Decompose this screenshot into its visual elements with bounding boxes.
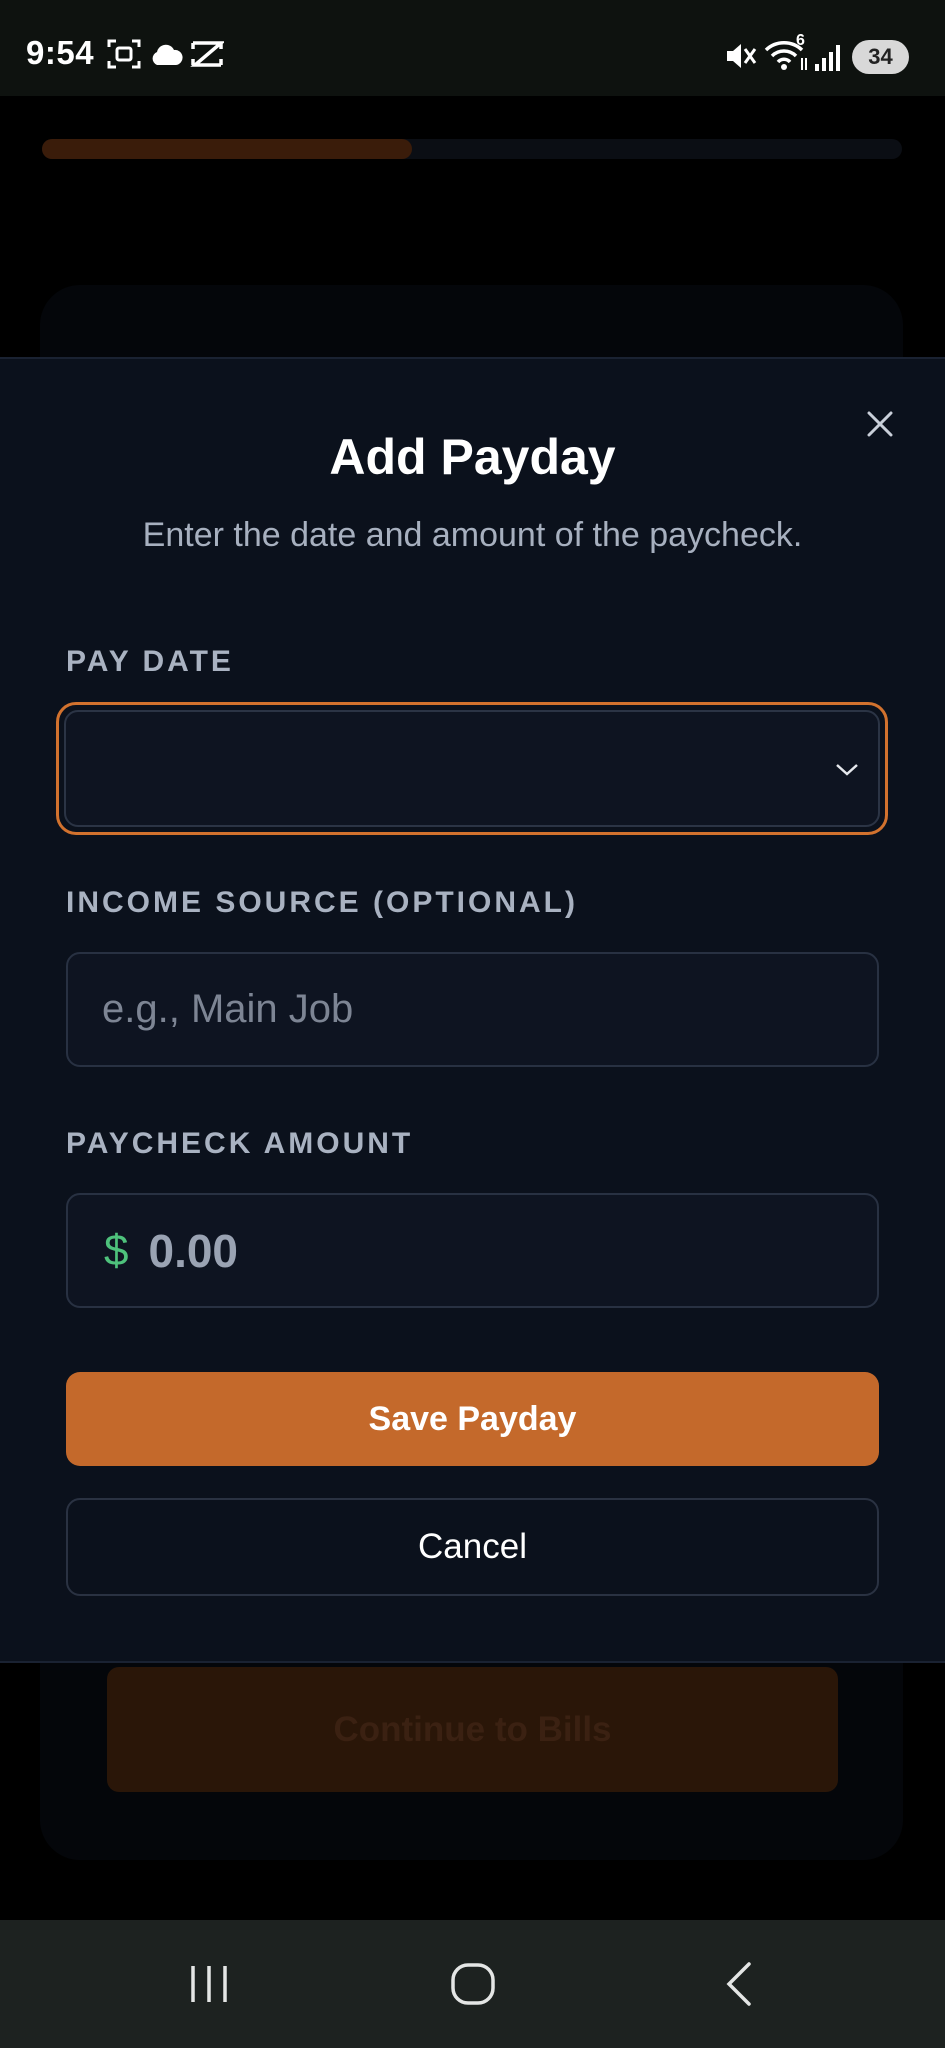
currency-symbol: $ (104, 1225, 129, 1275)
home-icon (451, 1963, 495, 2005)
wifi-icon: 6 (764, 32, 810, 77)
chevron-down-icon (836, 763, 858, 776)
wifi-badge: 6 (796, 32, 805, 49)
paycheck-amount-field[interactable]: $ (66, 1193, 879, 1308)
income-source-input[interactable] (68, 987, 877, 1032)
status-bar: 9:54 6 34 (0, 0, 945, 96)
cancel-button[interactable]: Cancel (66, 1498, 879, 1596)
signal-icon (814, 42, 844, 77)
pay-date-select-box[interactable] (64, 710, 880, 827)
cloud-icon (149, 44, 183, 71)
recent-apps-icon (191, 1966, 227, 2002)
battery-icon: 34 (852, 40, 909, 74)
home-button[interactable] (443, 1958, 503, 2010)
progress-bar (42, 139, 902, 159)
paycheck-amount-input[interactable] (128, 1223, 877, 1278)
back-button[interactable] (709, 1958, 769, 2010)
paycheck-amount-label: PAYCHECK AMOUNT (66, 1127, 414, 1160)
mute-icon (724, 40, 758, 77)
progress-fill (42, 139, 412, 159)
screenshot-icon (107, 38, 141, 75)
modal-title: Add Payday (329, 429, 616, 485)
save-payday-button[interactable]: Save Payday (66, 1372, 879, 1466)
income-source-label: INCOME SOURCE (OPTIONAL) (66, 886, 578, 919)
capcut-icon (190, 40, 226, 73)
income-source-field[interactable] (66, 952, 879, 1067)
back-icon (726, 1962, 751, 2006)
modal-subtitle: Enter the date and amount of the paychec… (142, 516, 803, 554)
recent-apps-button[interactable] (179, 1958, 239, 2010)
pay-date-select[interactable] (56, 702, 888, 835)
continue-to-bills-button: Continue to Bills (107, 1667, 838, 1792)
status-time: 9:54 (26, 34, 95, 71)
pay-date-label: PAY DATE (66, 645, 234, 678)
